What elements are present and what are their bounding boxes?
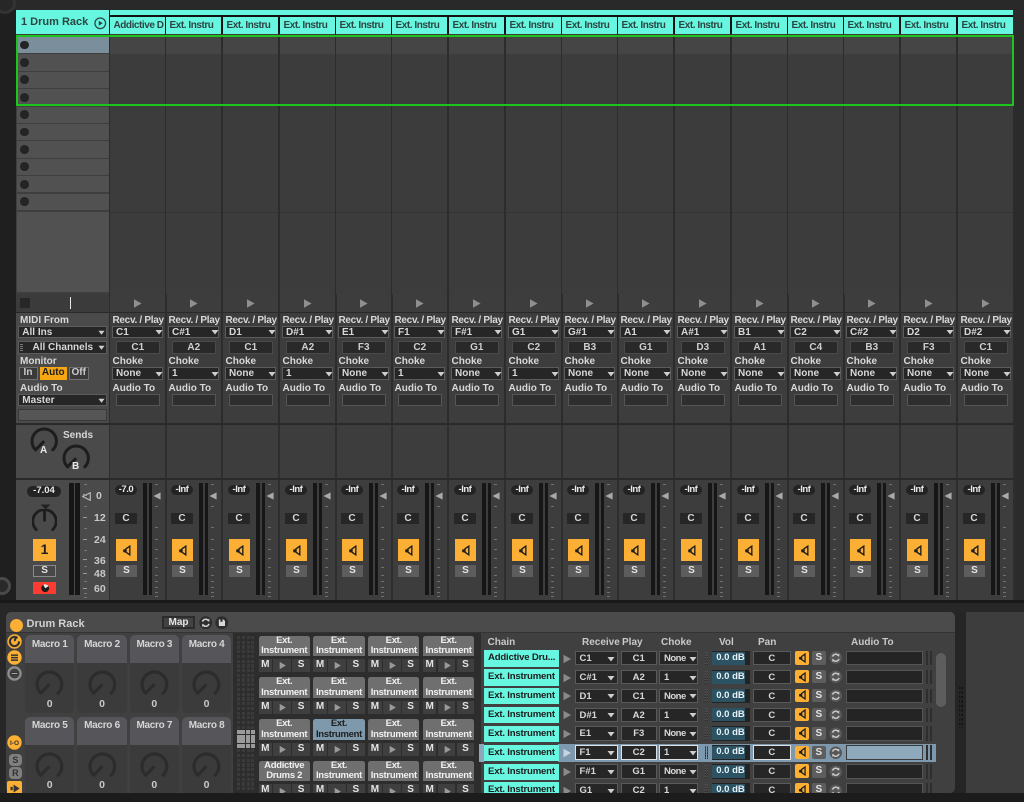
- svg-text:I-O: I-O: [10, 740, 19, 747]
